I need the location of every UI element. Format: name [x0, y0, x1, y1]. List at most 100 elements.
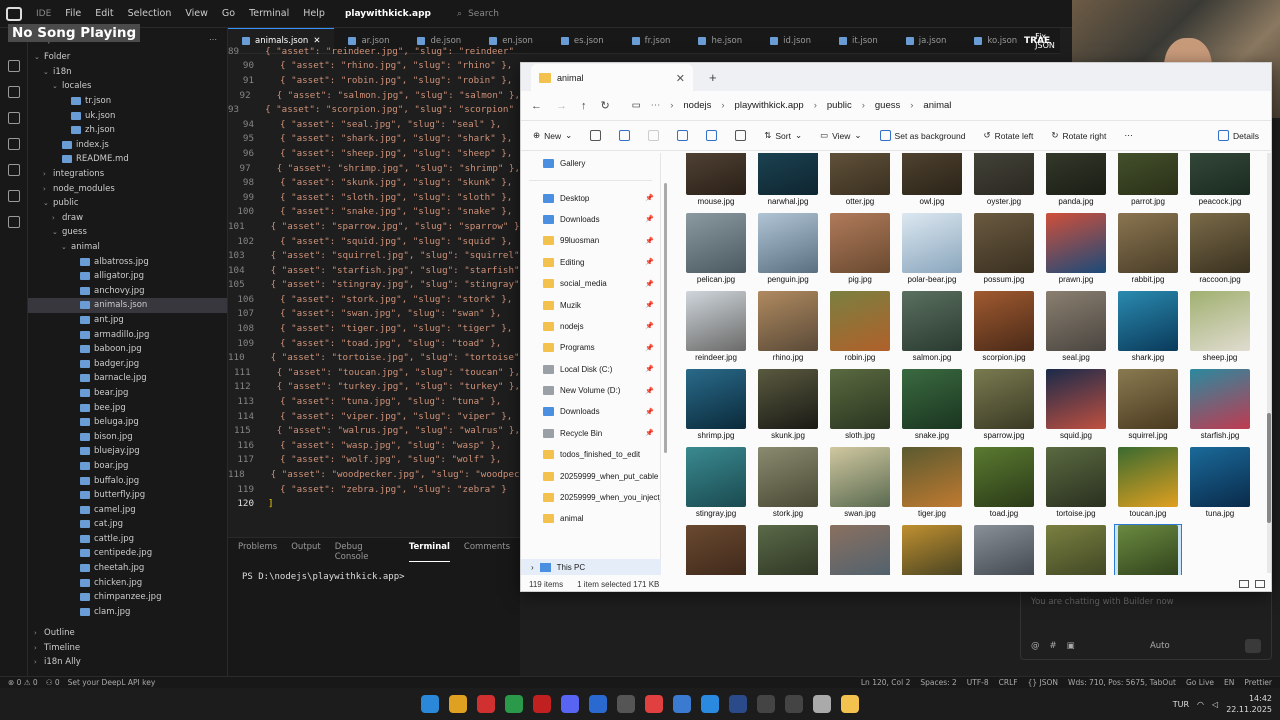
menu-edit[interactable]: Edit	[95, 8, 113, 19]
breadcrumb-nodejs[interactable]: nodejs	[683, 100, 711, 111]
chrome-icon[interactable]	[449, 695, 467, 713]
tree-file[interactable]: alligator.jpg	[28, 269, 227, 284]
send-icon[interactable]	[1245, 639, 1261, 653]
file-item[interactable]: rabbit.jpg	[1115, 213, 1181, 284]
more-actions-icon[interactable]: ⋯	[209, 35, 217, 44]
nav-item[interactable]: Downloads 📌	[521, 401, 660, 422]
code-line[interactable]: 102 { "asset": "squid.jpg", "slug": "squi…	[228, 234, 520, 249]
file-item[interactable]: robin.jpg	[827, 291, 893, 362]
details-view-icon[interactable]	[1239, 580, 1249, 588]
tree-file[interactable]: cat.jpg	[28, 517, 227, 532]
file-item[interactable]: rhino.jpg	[755, 291, 821, 362]
tree-folder[interactable]: ⌄ guess	[28, 225, 227, 240]
command-search[interactable]: ⌕ Search	[457, 9, 499, 19]
tree-file[interactable]: chicken.jpg	[28, 575, 227, 590]
code-line[interactable]: 100 { "asset": "snake.jpg", "slug": "snak…	[228, 205, 520, 220]
wifi-icon[interactable]: ◠	[1197, 700, 1204, 709]
tree-folder[interactable]: ⌄ animal	[28, 240, 227, 255]
file-item[interactable]: scorpion.jpg	[971, 291, 1037, 362]
sort-button[interactable]: ⇅ Sort ⌄	[764, 130, 802, 141]
nav-item[interactable]: Local Disk (C:) 📌	[521, 359, 660, 380]
status-item[interactable]: Ln 120, Col 2	[861, 678, 910, 687]
file-item[interactable]: toad.jpg	[971, 447, 1037, 518]
file-item[interactable]: tortoise.jpg	[1043, 447, 1109, 518]
file-item[interactable]: prawn.jpg	[1043, 213, 1109, 284]
cut-icon[interactable]	[590, 130, 602, 141]
deepl-hint[interactable]: Set your DeepL API key	[68, 678, 156, 687]
view-button[interactable]: ▭ View ⌄	[820, 130, 861, 141]
pin-icon[interactable]: 📌	[645, 365, 654, 373]
code-line[interactable]: 117 { "asset": "wolf.jpg", "slug": "wolf"…	[228, 453, 520, 468]
pin-icon[interactable]: 📌	[645, 280, 654, 288]
file-item[interactable]: shrimp.jpg	[683, 369, 749, 440]
tree-file[interactable]: buffalo.jpg	[28, 473, 227, 488]
panel-tab-terminal[interactable]: Terminal	[408, 542, 450, 562]
close-tab-icon[interactable]: ✕	[676, 72, 685, 85]
tree-file[interactable]: README.md	[28, 152, 227, 167]
tree-file[interactable]: camel.jpg	[28, 502, 227, 517]
source-control-icon[interactable]	[7, 112, 20, 124]
menu-selection[interactable]: Selection	[128, 8, 172, 19]
status-item[interactable]: EN	[1224, 678, 1234, 687]
code-line[interactable]: 111 { "asset": "toucan.jpg", "slug": "tou…	[228, 365, 520, 380]
file-item[interactable]: sheep.jpg	[1187, 291, 1253, 362]
tab-it-json[interactable]: it.json	[825, 28, 892, 53]
tree-file[interactable]: cheetah.jpg	[28, 561, 227, 576]
file-item[interactable]: stork.jpg	[755, 447, 821, 518]
thumbnail-view-icon[interactable]	[1255, 580, 1265, 588]
rotate-left-button[interactable]: ↺ Rotate left	[983, 130, 1033, 141]
code-line[interactable]: 113 { "asset": "tuna.jpg", "slug": "tuna"…	[228, 394, 520, 409]
panel-tab-comments[interactable]: Comments	[464, 542, 510, 562]
section-outline[interactable]: › Outline	[28, 626, 228, 641]
code-editor[interactable]: 89 { "asset": "reindeer.jpg", "slug": "re…	[228, 44, 520, 520]
clock[interactable]: 14:42 22.11.2025	[1226, 693, 1272, 715]
code-line[interactable]: 119 { "asset": "zebra.jpg", "slug": "zebr…	[228, 482, 520, 497]
volume-icon[interactable]: ◁	[1212, 700, 1218, 709]
code-line[interactable]: 93 { "asset": "scorpion.jpg", "slug": "sc…	[228, 102, 520, 117]
status-item[interactable]: UTF-8	[967, 678, 989, 687]
file-item[interactable]: penguin.jpg	[755, 213, 821, 284]
tree-folder[interactable]: ⌄ Folder	[28, 50, 227, 65]
file-item[interactable]: salmon.jpg	[899, 291, 965, 362]
status-item[interactable]: {} JSON	[1028, 678, 1058, 687]
file-item[interactable]: wasp.jpg	[899, 525, 965, 577]
file-item[interactable]: turkey.jpg	[683, 525, 749, 577]
paint-icon[interactable]	[701, 695, 719, 713]
file-item[interactable]: possum.jpg	[971, 213, 1037, 284]
file-item[interactable]: owl.jpg	[899, 153, 965, 206]
file-item[interactable]: otter.jpg	[827, 153, 893, 206]
new-tab-icon[interactable]: +	[709, 70, 717, 85]
status-item[interactable]: Prettier	[1244, 678, 1272, 687]
set-background-button[interactable]: Set as background	[879, 130, 965, 141]
run-debug-icon[interactable]	[7, 138, 20, 150]
tree-file[interactable]: baboon.jpg	[28, 342, 227, 357]
panel-tab-output[interactable]: Output	[291, 542, 321, 562]
file-explorer-icon[interactable]	[841, 695, 859, 713]
tree-file[interactable]: armadillo.jpg	[28, 327, 227, 342]
language-indicator[interactable]: TUR	[1173, 700, 1189, 709]
code-line[interactable]: 103 { "asset": "squirrel.jpg", "slug": "s…	[228, 248, 520, 263]
details-button[interactable]: Details	[1218, 130, 1271, 141]
accounts-icon[interactable]	[7, 216, 20, 228]
breadcrumb-project[interactable]: playwithkick.app	[735, 100, 804, 111]
breadcrumb-guess[interactable]: guess	[875, 100, 900, 111]
pin-icon[interactable]: 📌	[645, 237, 654, 245]
file-item[interactable]: woodpecker.jpg	[1043, 525, 1109, 577]
hash-icon[interactable]: #	[1050, 641, 1057, 651]
back-icon[interactable]: ←	[531, 100, 542, 112]
code-line[interactable]: 97 { "asset": "shrimp.jpg", "slug": "shri…	[228, 161, 520, 176]
extensions-icon[interactable]	[7, 164, 20, 176]
pin-icon[interactable]: 📌	[645, 301, 654, 309]
tree-file[interactable]: tr.json	[28, 94, 227, 109]
file-item[interactable]: polar-bear.jpg	[899, 213, 965, 284]
scrollbar-thumb[interactable]	[1267, 413, 1271, 523]
tab-he-json[interactable]: he.json	[684, 28, 756, 53]
nav-item[interactable]: animal	[521, 508, 660, 529]
code-line[interactable]: 99 { "asset": "sloth.jpg", "slug": "sloth…	[228, 190, 520, 205]
code-line[interactable]: 96 { "asset": "sheep.jpg", "slug": "sheep…	[228, 146, 520, 161]
tree-file[interactable]: butterfly.jpg	[28, 488, 227, 503]
code-line[interactable]: 107 { "asset": "swan.jpg", "slug": "swan"…	[228, 307, 520, 322]
tree-folder[interactable]: ⌄ i18n	[28, 65, 227, 80]
code-line[interactable]: 114 { "asset": "viper.jpg", "slug": "vipe…	[228, 409, 520, 424]
mention-icon[interactable]: @	[1031, 641, 1040, 651]
